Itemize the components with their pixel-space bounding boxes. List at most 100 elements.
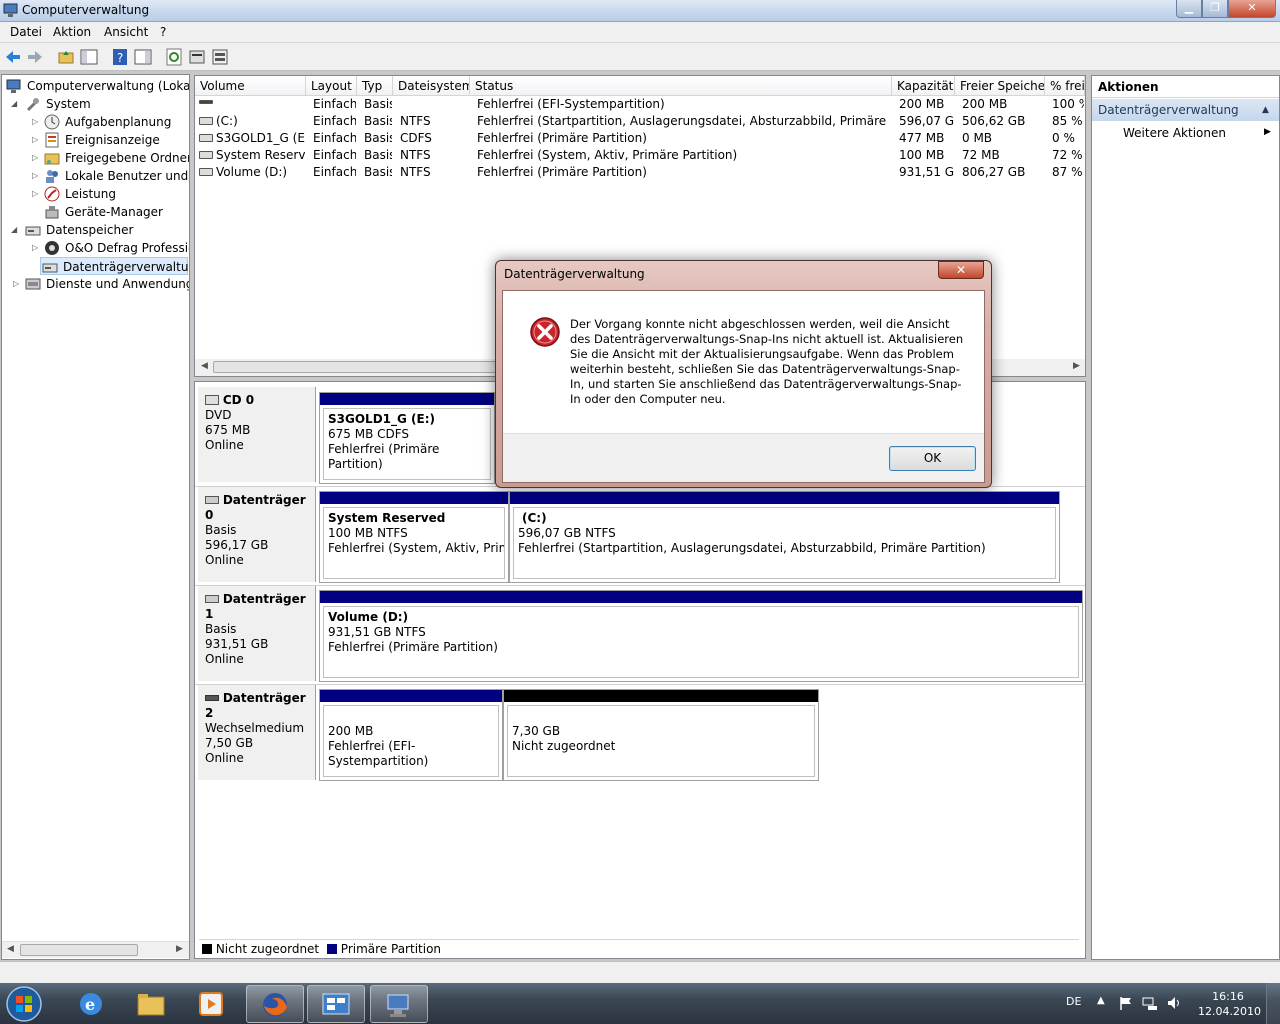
taskbar-explorer[interactable] (122, 985, 180, 1023)
tree-item-computer-management[interactable]: Computerverwaltung (Lokal) (4, 77, 189, 95)
error-dialog: Datenträgerverwaltung ✕ Der Vorgang konn… (495, 260, 992, 488)
show-hide-action-icon[interactable] (134, 48, 152, 66)
column-header-free-space[interactable]: Freier Speicher (955, 76, 1045, 96)
partition-d[interactable]: Volume (D:) 931,51 GB NTFS Fehlerfrei (P… (319, 590, 1083, 682)
table-row[interactable]: Volume (D:) Einfach Basis NTFS Fehlerfrei (P… (195, 164, 1085, 181)
ok-button[interactable]: OK (889, 446, 976, 471)
tree-item-performance[interactable]: ▷ Leistung (4, 185, 188, 203)
tray-clock[interactable]: 16:16 12.04.2010 (1198, 989, 1261, 1019)
scroll-left-icon[interactable]: ◀ (7, 944, 14, 954)
partition-status: Fehlerfrei (Startpartition, Auslagerungs… (518, 541, 986, 555)
network-icon[interactable] (1142, 995, 1158, 1011)
menu-aktion[interactable]: Aktion (53, 25, 91, 39)
disk-size: 7,50 GB (205, 736, 254, 750)
table-cell: 100 % (1052, 97, 1084, 111)
volume-icon[interactable] (1166, 995, 1182, 1011)
expand-icon[interactable]: ▷ (13, 280, 20, 288)
partition-c[interactable]: (C:) 596,07 GB NTFS Fehlerfrei (Startpar… (509, 491, 1060, 583)
cd-drive-icon (205, 395, 219, 405)
tree-item-device-manager[interactable]: Geräte-Manager (4, 203, 188, 221)
table-cell: CDFS (400, 131, 432, 145)
minimize-button[interactable]: ▁ (1176, 0, 1202, 18)
forward-icon[interactable] (26, 48, 44, 66)
tree-item-local-users[interactable]: ▷ Lokale Benutzer und Gruppen (4, 167, 189, 185)
disk-type: Wechselmedium (205, 721, 305, 735)
tree-item-storage[interactable]: ◢ Datenspeicher (4, 221, 188, 239)
tree-item-defrag[interactable]: ▷ O&O Defrag Professional (4, 239, 189, 257)
table-row[interactable]: System Reserved Einfach Basis NTFS Fehlerfre… (195, 147, 1085, 164)
action-center-flag-icon[interactable] (1118, 995, 1134, 1011)
submenu-arrow-icon[interactable]: ▶ (1264, 127, 1271, 137)
column-header-capacity[interactable]: Kapazität (892, 76, 955, 96)
tray-language[interactable]: DE (1066, 995, 1081, 1008)
refresh-icon[interactable] (165, 48, 183, 66)
tree-item-task-scheduler[interactable]: ▷ Aufgabenplanung (4, 113, 188, 131)
taskbar-ie[interactable]: e (62, 985, 120, 1023)
show-hide-tree-icon[interactable] (80, 48, 98, 66)
disk-info-disk0[interactable]: Datenträger 0 Basis 596,17 GB Online (198, 487, 316, 582)
tree-item-services[interactable]: ▷ Dienste und Anwendungen (4, 275, 189, 293)
partition-bar-primary (320, 591, 1082, 603)
menu-help[interactable]: ? (160, 25, 166, 39)
expand-icon[interactable]: ▷ (32, 172, 39, 180)
table-row[interactable]: Einfach Basis Fehlerfrei (EFI-Systempartit… (195, 96, 1085, 113)
column-header-filesystem[interactable]: Dateisystem (393, 76, 470, 96)
scroll-right-icon[interactable]: ▶ (1073, 361, 1080, 371)
disk-info-disk2[interactable]: Datenträger 2 Wechselmedium 7,50 GB Onli… (198, 685, 316, 780)
column-header-status[interactable]: Status (470, 76, 892, 96)
menu-datei[interactable]: Datei (10, 25, 42, 39)
disk-info-disk1[interactable]: Datenträger 1 Basis 931,51 GB Online (198, 586, 316, 681)
scrollbar-thumb[interactable] (20, 944, 138, 956)
expand-icon[interactable]: ▷ (32, 244, 39, 252)
collapse-up-icon[interactable]: ▲ (1262, 99, 1269, 121)
tree-item-shared-folders[interactable]: ▷ Freigegebene Ordner (4, 149, 189, 167)
start-button-icon[interactable] (4, 985, 44, 1023)
column-header-layout[interactable]: Layout (306, 76, 357, 96)
disk-settings-icon[interactable] (211, 48, 229, 66)
scroll-right-icon[interactable]: ▶ (176, 944, 183, 954)
partition-efi[interactable]: 200 MB Fehlerfrei (EFI-Systempartition) (319, 689, 503, 781)
collapse-icon[interactable]: ◢ (11, 100, 18, 108)
help-icon[interactable]: ? (111, 48, 129, 66)
disk-info-cd0[interactable]: CD 0 DVD 675 MB Online (198, 387, 316, 482)
actions-section-disk-management[interactable]: Datenträgerverwaltung ▲ (1092, 99, 1279, 121)
expand-icon[interactable]: ▷ (32, 154, 39, 162)
partition-status: Fehlerfrei (Primäre Partition) (328, 640, 498, 654)
computer-management-icon (6, 79, 21, 93)
back-icon[interactable] (4, 48, 22, 66)
tree-item-label: Leistung (65, 187, 116, 201)
taskbar-computer-management[interactable] (370, 985, 428, 1023)
scroll-left-icon[interactable]: ◀ (201, 361, 208, 371)
properties-icon[interactable] (188, 48, 206, 66)
scrollbar-thumb[interactable] (213, 361, 503, 373)
show-hidden-icons-icon[interactable]: ▲ (1097, 995, 1105, 1006)
table-row[interactable]: S3GOLD1_G (E:) Einfach Basis CDFS Fehlerfrei… (195, 130, 1085, 147)
more-actions-item[interactable]: Weitere Aktionen (1123, 126, 1226, 140)
expand-icon[interactable]: ▷ (32, 118, 39, 126)
show-desktop-button[interactable] (1266, 983, 1280, 1024)
table-row[interactable]: (C:) Einfach Basis NTFS Fehlerfrei (Startpar… (195, 113, 1085, 130)
dialog-close-button[interactable]: ✕ (938, 261, 984, 279)
taskbar-media-player[interactable] (182, 985, 240, 1023)
tree-item-system[interactable]: ◢ System (4, 95, 188, 113)
tree-horizontal-scrollbar[interactable]: ◀ ▶ (2, 941, 189, 958)
column-header-volume[interactable]: Volume (195, 76, 306, 96)
partition-system-reserved[interactable]: System Reserved 100 MB NTFS Fehlerfrei (… (319, 491, 509, 583)
folder-up-icon[interactable] (57, 48, 75, 66)
column-header-type[interactable]: Typ (357, 76, 393, 96)
taskbar-firefox[interactable] (246, 985, 304, 1023)
shared-folder-icon (44, 153, 60, 165)
taskbar-control-panel[interactable] (307, 985, 365, 1023)
partition-unallocated[interactable]: 7,30 GB Nicht zugeordnet (503, 689, 819, 781)
taskbar: e DE ▲ 16:16 12.04.2010 (0, 983, 1280, 1024)
column-header-percent-free[interactable]: % frei (1045, 76, 1085, 96)
expand-icon[interactable]: ▷ (32, 190, 39, 198)
tree-item-event-viewer[interactable]: ▷ Ereignisanzeige (4, 131, 188, 149)
expand-icon[interactable]: ▷ (32, 136, 39, 144)
partition-e[interactable]: S3GOLD1_G (E:) 675 MB CDFS Fehlerfrei (P… (319, 392, 495, 484)
maximize-button[interactable]: ❐ (1202, 0, 1228, 18)
tree-item-disk-management[interactable]: Datenträgerverwaltung (40, 257, 189, 275)
menu-ansicht[interactable]: Ansicht (104, 25, 148, 39)
collapse-icon[interactable]: ◢ (11, 226, 18, 234)
close-button[interactable]: ✕ (1228, 0, 1276, 18)
